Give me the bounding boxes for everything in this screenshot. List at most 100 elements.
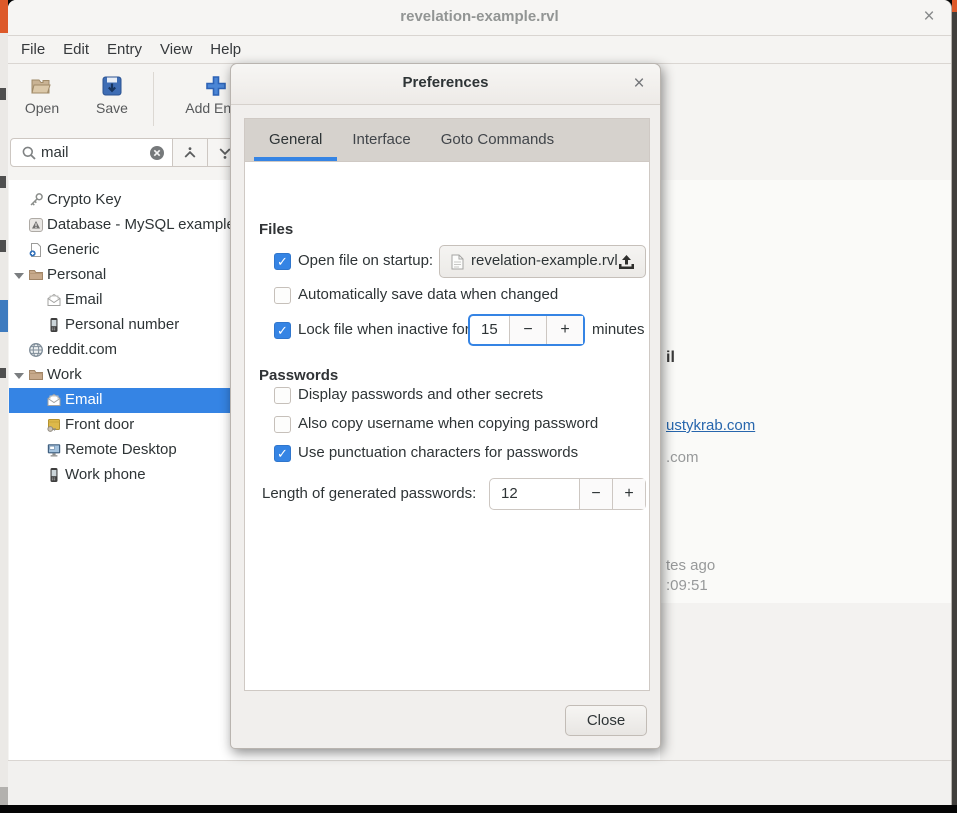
tree-item-label: reddit.com [47, 341, 117, 358]
entry-details-surface [660, 180, 951, 603]
tree-item-label: Remote Desktop [65, 441, 177, 458]
tree-item-label: Front door [65, 416, 134, 433]
search-icon [21, 145, 37, 161]
expander-icon[interactable] [14, 373, 24, 379]
chevron-up-icon [173, 145, 207, 161]
tree-item-label: Crypto Key [47, 191, 121, 208]
preferences-dialog: Preferences × GeneralInterfaceGoto Comma… [230, 63, 661, 749]
minus-icon[interactable]: − [509, 316, 546, 344]
startup-file-chooser-button[interactable]: revelation-example.rvl [439, 245, 646, 278]
autosave-label: Automatically save data when changed [298, 285, 558, 305]
door-icon [46, 417, 62, 433]
statusbar [8, 760, 951, 805]
minus-icon[interactable]: − [579, 479, 612, 509]
dialog-close-icon[interactable]: × [627, 72, 651, 96]
database-icon [28, 217, 44, 233]
folder-icon [28, 267, 44, 283]
entry-email-fragment: .com [666, 449, 699, 466]
display-secrets-label: Display passwords and other secrets [298, 385, 543, 405]
window-close-icon[interactable]: × [917, 5, 941, 29]
dialog-title: Preferences [231, 74, 660, 91]
tree-item-label: Personal number [65, 316, 179, 333]
password-length-value[interactable]: 12 [490, 479, 579, 509]
entry-timestamp-fragment: :09:51 [666, 577, 708, 594]
find-previous-button[interactable] [173, 138, 208, 167]
clear-search-icon[interactable] [149, 145, 165, 161]
lock-minutes-value[interactable]: 15 [470, 316, 509, 344]
key-icon [28, 192, 44, 208]
tree-item-label: Work [47, 366, 82, 383]
entry-details-pane: il ustykrab.com .com tes ago :09:51 [660, 180, 951, 760]
tree-item-label: Personal [47, 266, 106, 283]
phone-icon [46, 467, 62, 483]
open-on-startup-checkbox[interactable] [274, 253, 291, 270]
autosave-checkbox[interactable] [274, 287, 291, 304]
open-folder-icon [30, 74, 54, 98]
menu-item-file[interactable]: File [12, 36, 54, 63]
passwords-section-heading: Passwords [259, 367, 338, 384]
open-on-startup-label: Open file on startup: [298, 251, 433, 271]
website-icon [28, 342, 44, 358]
display-secrets-checkbox[interactable] [274, 387, 291, 404]
tree-item-label: Email [65, 391, 103, 408]
lock-minutes-spinbutton[interactable]: 15 − + [468, 314, 585, 346]
search-value: mail [41, 144, 69, 161]
window-titlebar[interactable]: revelation-example.rvl × [8, 0, 951, 36]
add-entry-icon [204, 74, 228, 98]
punctuation-label: Use punctuation characters for passwords [298, 443, 578, 463]
open-file-icon [617, 254, 636, 270]
background-window-right-edge [952, 0, 957, 805]
tab-bar: GeneralInterfaceGoto Commands [245, 119, 649, 162]
tree-item-label: Work phone [65, 466, 146, 483]
copy-username-label: Also copy username when copying password [298, 414, 598, 434]
copy-username-checkbox[interactable] [274, 416, 291, 433]
tab-interface[interactable]: Interface [337, 119, 425, 161]
menu-item-edit[interactable]: Edit [54, 36, 98, 63]
tree-item-label: Email [65, 291, 103, 308]
tab-goto-commands[interactable]: Goto Commands [426, 119, 569, 161]
preferences-notebook: GeneralInterfaceGoto Commands Files Open… [244, 118, 650, 691]
dialog-titlebar[interactable]: Preferences × [231, 64, 660, 105]
document-icon [451, 254, 464, 270]
expander-icon[interactable] [14, 273, 24, 279]
general-tab-panel: Files Open file on startup: revelation-e… [245, 162, 649, 690]
save-button[interactable]: Save [84, 70, 140, 128]
save-button-label: Save [84, 100, 140, 116]
screen-bottom-bar [0, 805, 957, 813]
password-length-label: Length of generated passwords: [262, 484, 476, 504]
entry-title-fragment: il [666, 349, 675, 367]
files-section-heading: Files [259, 221, 293, 238]
background-window-left-edge [0, 0, 8, 805]
lock-minutes-suffix: minutes [592, 320, 645, 340]
menu-item-view[interactable]: View [151, 36, 201, 63]
folder-icon [28, 367, 44, 383]
plus-icon[interactable]: + [612, 479, 645, 509]
tree-item-label: Generic [47, 241, 100, 258]
search-input[interactable]: mail [10, 138, 173, 167]
tree-item-label: Database - MySQL example [47, 216, 235, 233]
close-button[interactable]: Close [565, 705, 647, 736]
remote-desktop-icon [46, 442, 62, 458]
open-button[interactable]: Open [14, 70, 70, 128]
lock-file-checkbox[interactable] [274, 322, 291, 339]
generic-entry-icon [28, 242, 44, 258]
menu-item-entry[interactable]: Entry [98, 36, 151, 63]
window-title: revelation-example.rvl [8, 8, 951, 25]
password-length-spinbutton[interactable]: 12 − + [489, 478, 646, 510]
menubar: FileEditEntryViewHelp [8, 36, 951, 64]
save-icon [100, 74, 124, 98]
open-button-label: Open [14, 100, 70, 116]
email-icon [46, 292, 62, 308]
entry-url-link-fragment[interactable]: ustykrab.com [666, 417, 755, 434]
menu-item-help[interactable]: Help [201, 36, 250, 63]
plus-icon[interactable]: + [546, 316, 583, 344]
tab-general[interactable]: General [254, 119, 337, 161]
email-icon [46, 392, 62, 408]
phone-icon [46, 317, 62, 333]
startup-file-name: revelation-example.rvl [471, 252, 618, 269]
desktop: revelation-example.rvl × FileEditEntryVi… [0, 0, 957, 813]
entry-updated-fragment: tes ago [666, 557, 715, 574]
punctuation-checkbox[interactable] [274, 445, 291, 462]
lock-file-label: Lock file when inactive for [298, 320, 470, 340]
toolbar-separator [153, 72, 154, 126]
